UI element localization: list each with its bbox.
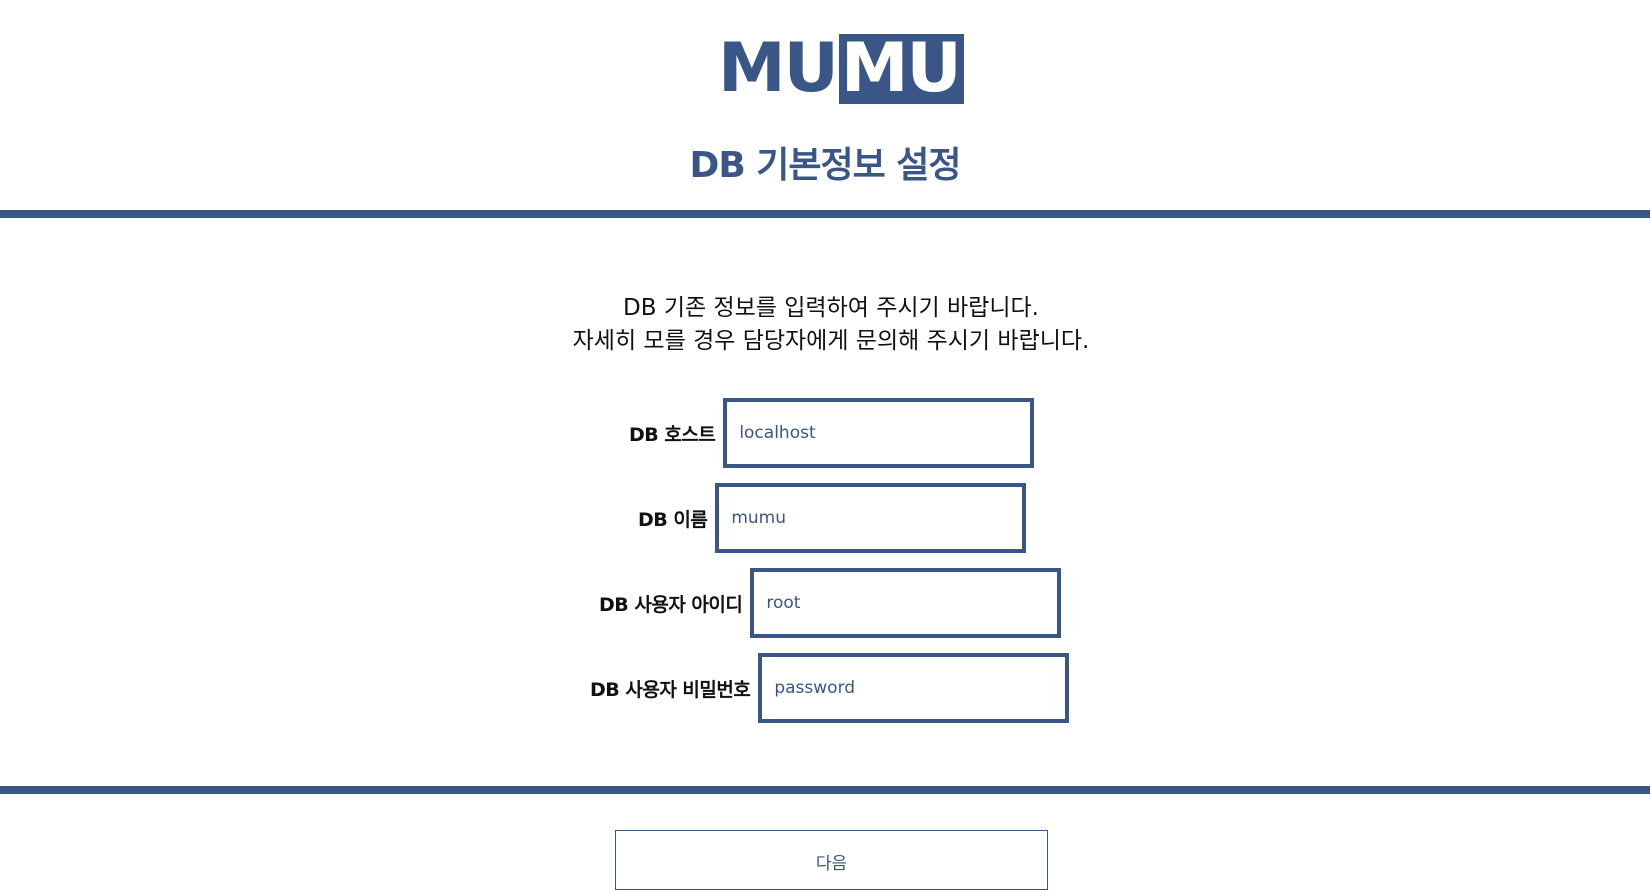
db-user-id-label: DB 사용자 아이디 xyxy=(599,593,743,616)
intro-line-1: DB 기존 정보를 입력하여 주시기 바랍니다. xyxy=(623,295,1039,321)
intro-line-2: 자세히 모를 경우 담당자에게 문의해 주시기 바랍니다. xyxy=(572,328,1090,354)
db-name-row: DB 이름 xyxy=(638,483,1027,553)
db-password-label: DB 사용자 비밀번호 xyxy=(590,678,751,701)
db-name-input[interactable] xyxy=(715,483,1027,553)
db-host-label: DB 호스트 xyxy=(629,423,716,446)
db-host-input[interactable] xyxy=(723,398,1035,468)
mumu-logo: MU MU xyxy=(718,34,964,104)
page-title: DB 기본정보 설정 xyxy=(689,145,961,186)
db-password-input[interactable] xyxy=(758,653,1070,723)
logo-text-plain: MU xyxy=(718,29,839,108)
page-header: MU MU DB 기본정보 설정 xyxy=(0,0,1650,210)
top-divider xyxy=(0,210,1650,218)
db-name-label: DB 이름 xyxy=(638,508,708,531)
next-button[interactable]: 다음 xyxy=(615,830,1048,890)
logo-text-boxed: MU xyxy=(838,34,964,104)
db-user-id-input[interactable] xyxy=(750,568,1062,638)
bottom-divider xyxy=(0,786,1650,794)
intro-text: DB 기존 정보를 입력하여 주시기 바랍니다. 자세히 모를 경우 담당자에게… xyxy=(0,292,1650,358)
db-host-row: DB 호스트 xyxy=(629,398,1035,468)
db-user-id-row: DB 사용자 아이디 xyxy=(599,568,1062,638)
db-password-row: DB 사용자 비밀번호 xyxy=(590,653,1070,723)
